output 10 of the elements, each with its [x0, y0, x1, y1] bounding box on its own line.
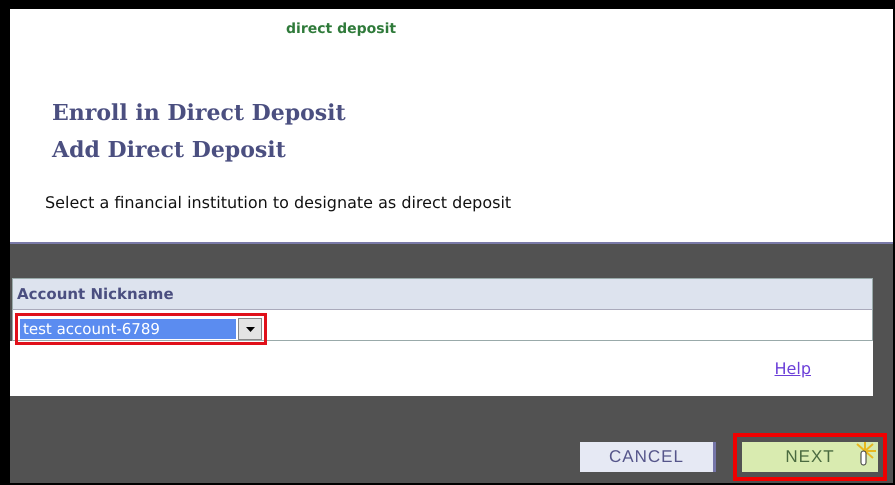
account-dropdown[interactable]: test account-6789: [15, 313, 267, 345]
caret-icon: [246, 326, 254, 332]
help-link[interactable]: Help: [774, 359, 811, 378]
page-title: Add Direct Deposit: [52, 136, 287, 165]
direct-deposit-link[interactable]: direct deposit: [286, 21, 396, 37]
next-button[interactable]: NEXT: [742, 442, 878, 472]
cancel-button[interactable]: CANCEL: [580, 442, 716, 472]
column-header: Account Nickname: [13, 279, 872, 310]
instruction-text: Select a financial institution to designate as direct deposit: [45, 193, 512, 212]
page-title: Enroll in Direct Deposit: [52, 99, 347, 128]
